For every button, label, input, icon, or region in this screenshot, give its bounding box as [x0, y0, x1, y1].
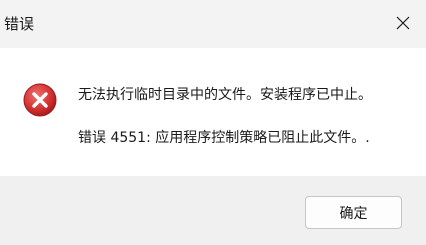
message-area: 无法执行临时目录中的文件。安装程序已中止。 错误 4551: 应用程序控制策略已…: [0, 48, 426, 176]
error-icon: [23, 83, 57, 117]
close-button[interactable]: [380, 0, 426, 48]
title-bar[interactable]: 错误: [0, 0, 426, 48]
dialog-title: 错误: [4, 15, 35, 33]
ok-button[interactable]: 确定: [305, 196, 402, 229]
error-dialog: 错误 无法执行临时目录中的文件。安装程序已中止。 错误 4551: 应用程序控制…: [0, 0, 426, 245]
error-detail: 错误 4551: 应用程序控制策略已阻止此文件。.: [78, 130, 370, 146]
close-icon: [396, 15, 410, 34]
button-bar: 确定: [0, 176, 426, 245]
error-message: 无法执行临时目录中的文件。安装程序已中止。: [78, 87, 372, 103]
